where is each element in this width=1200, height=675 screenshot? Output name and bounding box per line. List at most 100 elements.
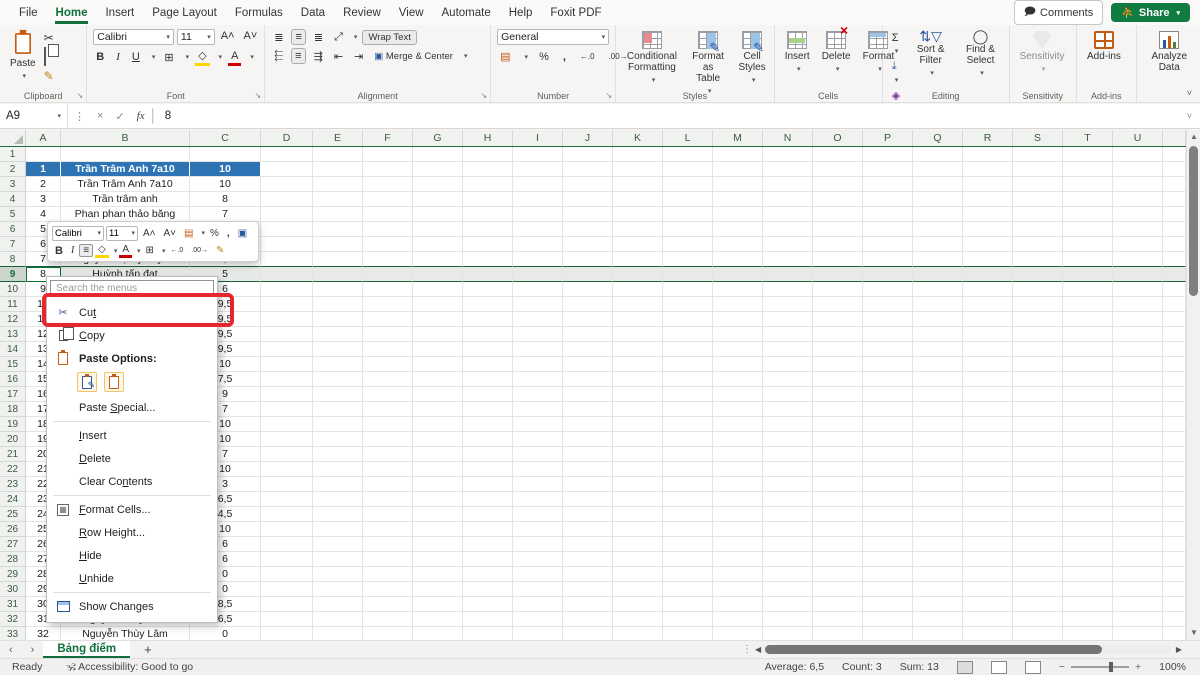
cell[interactable] <box>963 162 1013 177</box>
cell[interactable] <box>413 222 463 237</box>
cell[interactable]: Trần trâm anh <box>61 192 190 207</box>
cell[interactable] <box>613 147 663 162</box>
cell[interactable] <box>463 507 513 522</box>
cell[interactable] <box>713 447 763 462</box>
cell[interactable] <box>1163 192 1186 207</box>
scroll-right-icon[interactable]: ▶ <box>1176 645 1182 654</box>
cell[interactable] <box>1063 477 1113 492</box>
cell[interactable] <box>963 492 1013 507</box>
cell[interactable] <box>513 177 563 192</box>
fx-icon[interactable]: fx <box>131 110 151 122</box>
cell[interactable] <box>913 147 963 162</box>
ribbon-tab-view[interactable]: View <box>390 3 433 23</box>
cell[interactable] <box>663 312 713 327</box>
cell[interactable] <box>1013 552 1063 567</box>
cell[interactable] <box>1063 357 1113 372</box>
format-painter-icon[interactable]: ✎ <box>44 69 54 83</box>
formula-input[interactable]: 8 <box>155 110 171 122</box>
cell[interactable] <box>613 597 663 612</box>
menu-item-delete[interactable]: Delete <box>47 447 217 470</box>
cell[interactable] <box>563 147 613 162</box>
cell[interactable] <box>713 507 763 522</box>
cell[interactable] <box>713 627 763 640</box>
cell[interactable] <box>1013 267 1063 282</box>
cell[interactable] <box>713 147 763 162</box>
cell[interactable] <box>1013 372 1063 387</box>
cell[interactable] <box>463 357 513 372</box>
cell[interactable] <box>1113 597 1163 612</box>
cell[interactable] <box>813 492 863 507</box>
mini-borders-icon[interactable]: ⊞ <box>143 245 157 256</box>
cell[interactable] <box>963 402 1013 417</box>
cell[interactable] <box>413 252 463 267</box>
column-header-E[interactable]: E <box>313 130 363 146</box>
cell[interactable] <box>963 327 1013 342</box>
cell[interactable] <box>463 297 513 312</box>
cell[interactable] <box>313 582 363 597</box>
cell[interactable] <box>413 597 463 612</box>
cell[interactable] <box>763 312 813 327</box>
cell[interactable] <box>513 207 563 222</box>
cell[interactable] <box>863 282 913 297</box>
cell[interactable] <box>1013 402 1063 417</box>
cell[interactable] <box>913 162 963 177</box>
cell[interactable] <box>1113 507 1163 522</box>
cell[interactable] <box>663 342 713 357</box>
cell[interactable] <box>1013 162 1063 177</box>
cell[interactable] <box>613 342 663 357</box>
cell[interactable] <box>763 162 813 177</box>
cell[interactable] <box>763 537 813 552</box>
cell[interactable] <box>513 402 563 417</box>
cell[interactable] <box>663 432 713 447</box>
cell[interactable] <box>813 162 863 177</box>
cell[interactable] <box>1163 552 1186 567</box>
cell[interactable] <box>1063 147 1113 162</box>
cell[interactable] <box>363 537 413 552</box>
cell[interactable] <box>313 567 363 582</box>
cell[interactable] <box>513 507 563 522</box>
conditional-formatting-button[interactable]: Conditional Formatting▾ <box>622 29 682 88</box>
cell[interactable] <box>313 267 363 282</box>
cell[interactable] <box>413 312 463 327</box>
borders-icon[interactable]: ⊞ <box>161 50 176 65</box>
row-header-8[interactable]: 8 <box>0 252 26 267</box>
cell[interactable] <box>813 522 863 537</box>
column-header-N[interactable]: N <box>763 130 813 146</box>
cell[interactable] <box>413 582 463 597</box>
cell[interactable] <box>513 267 563 282</box>
cell[interactable] <box>1113 327 1163 342</box>
cell[interactable] <box>913 492 963 507</box>
cell[interactable] <box>1063 297 1113 312</box>
cell[interactable] <box>513 612 563 627</box>
cell[interactable] <box>813 552 863 567</box>
font-name-combo[interactable]: Calibri▾ <box>93 29 174 45</box>
cell[interactable] <box>663 387 713 402</box>
cell[interactable] <box>713 612 763 627</box>
cell[interactable] <box>763 192 813 207</box>
cell[interactable] <box>613 252 663 267</box>
cell[interactable] <box>1063 402 1113 417</box>
cell[interactable] <box>313 222 363 237</box>
cell[interactable] <box>913 192 963 207</box>
cell[interactable] <box>261 177 313 192</box>
cell[interactable] <box>463 372 513 387</box>
cell[interactable] <box>363 582 413 597</box>
cell[interactable] <box>1163 357 1186 372</box>
cell[interactable] <box>313 537 363 552</box>
cell[interactable] <box>863 147 913 162</box>
cell[interactable] <box>1113 372 1163 387</box>
cell[interactable] <box>663 522 713 537</box>
enter-icon[interactable]: ✓ <box>109 110 130 123</box>
cell[interactable] <box>363 312 413 327</box>
font-size-combo[interactable]: 11▾ <box>177 29 215 45</box>
cell[interactable] <box>863 312 913 327</box>
cell[interactable] <box>513 462 563 477</box>
cell[interactable] <box>261 357 313 372</box>
cell[interactable] <box>261 567 313 582</box>
cell[interactable] <box>413 432 463 447</box>
prev-sheet-icon[interactable]: ‹ <box>0 644 22 656</box>
cell[interactable] <box>613 372 663 387</box>
cell[interactable] <box>763 477 813 492</box>
cell[interactable] <box>713 357 763 372</box>
cell[interactable] <box>663 447 713 462</box>
